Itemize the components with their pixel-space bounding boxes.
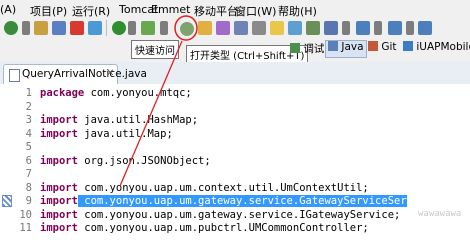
highlight-circle	[174, 15, 198, 41]
annotation-overlay	[119, 15, 198, 187]
annotation-arrow	[119, 40, 183, 187]
